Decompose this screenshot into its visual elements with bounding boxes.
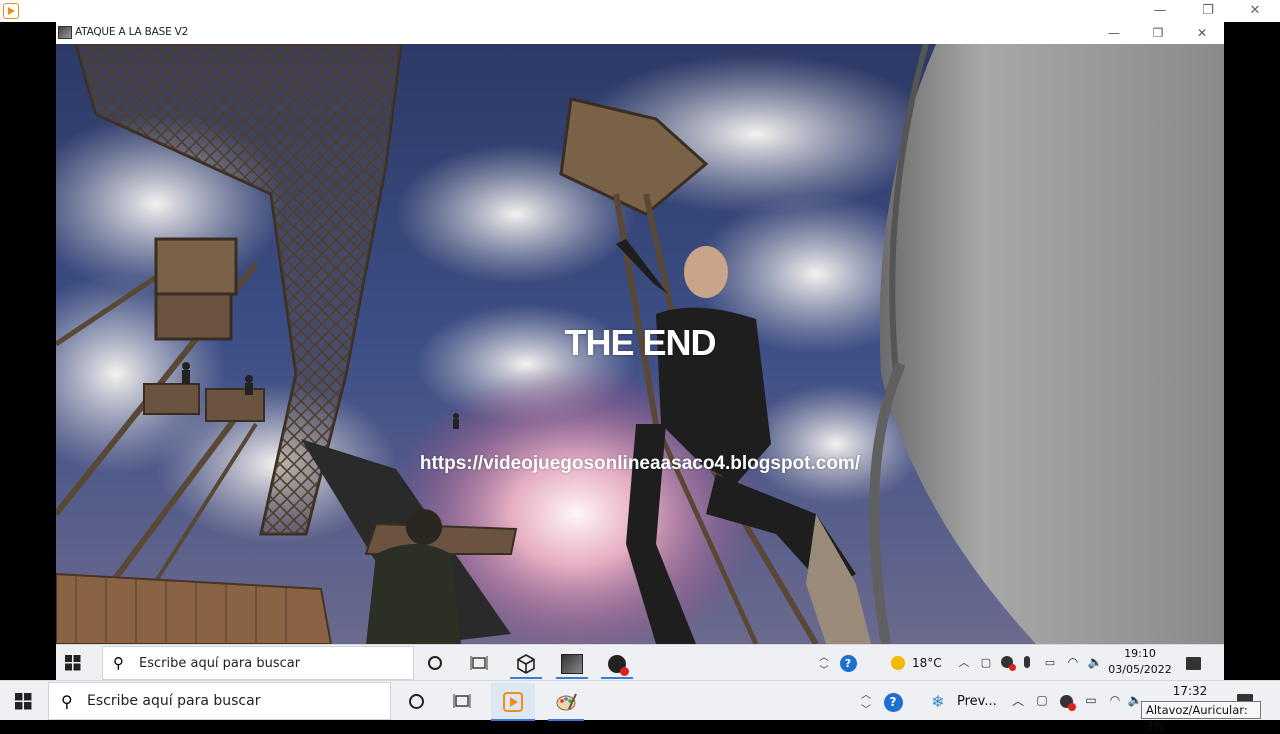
windows-start-icon[interactable] xyxy=(64,654,82,672)
inner-taskbar: ⚲ Escribe aquí para buscar ︿ ﹀ ? 18°C ︿ … xyxy=(56,644,1224,680)
outer-tray-network-error-icon[interactable] xyxy=(1057,692,1076,711)
outer-minimize-button[interactable]: — xyxy=(1137,0,1183,22)
inner-clock-date[interactable]: 03/05/2022 xyxy=(1108,663,1172,676)
outer-search-placeholder: Escribe aquí para buscar xyxy=(87,693,261,709)
game-title-bar: ATAQUE A LA BASE V2 — ❐ ✕ xyxy=(56,22,1224,44)
chevron-down-icon: ﹀ xyxy=(819,666,829,676)
game-app-icon xyxy=(58,26,72,39)
chevron-up-icon: ︿ xyxy=(819,653,829,663)
inner-weather-temp: 18°C xyxy=(912,656,942,670)
outer-help-icon[interactable]: ? xyxy=(883,692,903,712)
notification-center-icon[interactable] xyxy=(1184,654,1202,672)
the-end-title: THE END xyxy=(564,322,716,363)
outer-taskbar: ⚲ Escribe aquí para buscar ︿ ﹀ ? ❄ Prev.… xyxy=(0,680,1280,721)
outer-chevron-down-icon: ﹀ xyxy=(861,705,871,716)
outer-close-button[interactable]: ✕ xyxy=(1232,0,1278,22)
outer-search-box[interactable]: ⚲ Escribe aquí para buscar xyxy=(48,682,391,720)
outer-maximize-button[interactable]: ❐ xyxy=(1185,0,1231,22)
game-minimize-button[interactable]: — xyxy=(1092,22,1136,44)
media-player-icon xyxy=(3,3,19,19)
outer-tray-device-icon[interactable]: ▢ xyxy=(1034,692,1050,708)
outer-clock-time[interactable]: 17:32 xyxy=(1162,684,1218,698)
paint-app-icon[interactable] xyxy=(544,683,588,721)
tray-wifi-icon[interactable]: ◠ xyxy=(1064,654,1082,670)
tray-network-error-icon[interactable] xyxy=(999,654,1016,671)
volume-tooltip: Altavoz/Auricular: 3% xyxy=(1141,701,1261,733)
help-icon[interactable]: ? xyxy=(839,654,857,672)
inner-search-placeholder: Escribe aquí para buscar xyxy=(139,655,301,671)
search-icon: ⚲ xyxy=(113,654,124,672)
inner-search-box[interactable]: ⚲ Escribe aquí para buscar xyxy=(102,646,414,680)
task-view-icon[interactable] xyxy=(469,654,489,672)
letterbox-right xyxy=(1224,22,1280,680)
tray-device-icon[interactable]: ▢ xyxy=(978,654,994,670)
blog-url-watermark: https://videojuegosonlineaasaco4.blogspo… xyxy=(419,453,861,474)
tray-microphone-icon[interactable] xyxy=(1021,654,1033,670)
outer-cortana-circle-icon[interactable] xyxy=(406,692,426,710)
tray-overflow-chevrons[interactable]: ︿ ﹀ xyxy=(816,647,832,679)
outer-media-player-taskbar-icon[interactable] xyxy=(491,683,535,721)
game-maximize-button[interactable]: ❐ xyxy=(1136,22,1180,44)
tray-speaker-icon[interactable]: 🔈 xyxy=(1086,654,1104,670)
outer-weather-label[interactable]: Prev... xyxy=(957,694,997,709)
game-close-button[interactable]: ✕ xyxy=(1180,22,1224,44)
weather-sun-icon xyxy=(888,654,908,672)
outer-windows-start-icon[interactable] xyxy=(14,692,32,710)
game-app-taskbar-icon[interactable] xyxy=(554,649,590,679)
outer-weather-icon: ❄ xyxy=(931,691,945,711)
outer-tray-wifi-icon[interactable]: ◠ xyxy=(1106,692,1124,708)
outer-tray-battery-icon[interactable]: ▭ xyxy=(1082,692,1100,708)
cortana-circle-icon[interactable] xyxy=(426,654,444,672)
letterbox-left xyxy=(0,22,56,680)
outer-task-view-icon[interactable] xyxy=(452,692,472,710)
unity-app-icon[interactable] xyxy=(508,649,544,679)
tray-up-chevron-icon[interactable]: ︿ xyxy=(956,654,972,670)
recorder-app-icon[interactable] xyxy=(599,649,635,679)
outer-tray-speaker-icon[interactable]: 🔈 xyxy=(1128,692,1143,708)
game-viewport[interactable]: THE END https://videojuegosonlineaasaco4… xyxy=(56,44,1224,644)
outer-search-icon: ⚲ xyxy=(61,691,73,711)
outer-tray-up-chevron-icon[interactable]: ︿ xyxy=(1010,692,1026,708)
game-window: ATAQUE A LA BASE V2 — ❐ ✕ THE END https:… xyxy=(56,22,1224,644)
outer-tray-overflow-chevrons[interactable]: ︿ ﹀ xyxy=(858,684,874,718)
outer-chevron-up-icon: ︿ xyxy=(861,690,871,701)
tray-battery-icon[interactable]: ▭ xyxy=(1041,654,1059,670)
game-window-title: ATAQUE A LA BASE V2 xyxy=(75,26,189,38)
inner-clock-time[interactable]: 19:10 xyxy=(1110,647,1170,660)
outer-title-bar: — ❐ ✕ xyxy=(0,0,1280,22)
